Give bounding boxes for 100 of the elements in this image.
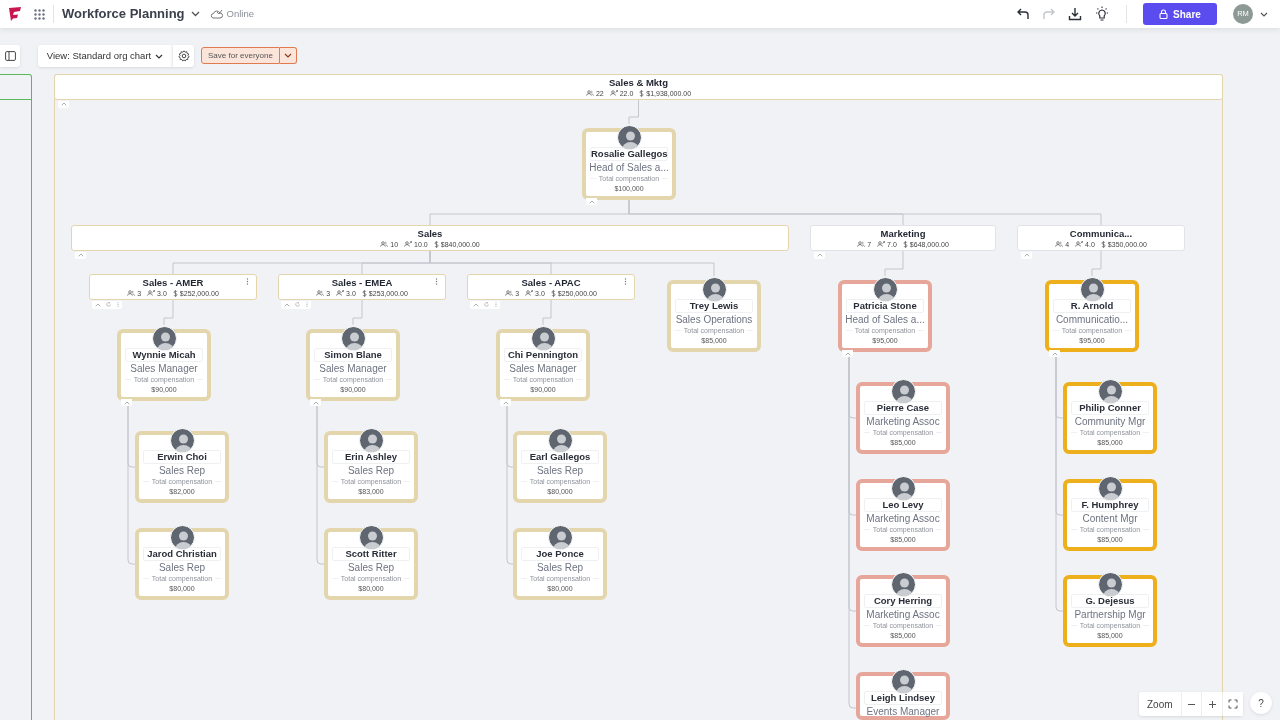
sidebar-toggle-button[interactable] bbox=[0, 45, 20, 67]
help-button[interactable]: ? bbox=[1250, 692, 1272, 714]
node-controls[interactable] bbox=[92, 300, 122, 309]
settings-icon bbox=[177, 50, 190, 62]
settings-button[interactable] bbox=[172, 45, 194, 67]
zoom-label: Zoom bbox=[1146, 697, 1174, 712]
job-title: Sales Rep bbox=[347, 464, 395, 477]
job-title: Marketing Assoc bbox=[866, 608, 940, 621]
job-title: Sales Manager bbox=[319, 362, 387, 375]
undo-icon[interactable] bbox=[1016, 7, 1030, 21]
chevron-up-icon bbox=[60, 102, 67, 106]
avatar bbox=[872, 277, 898, 302]
plus-icon bbox=[1207, 699, 1217, 709]
lock-icon bbox=[1159, 9, 1169, 19]
job-title: Sales Manager bbox=[130, 362, 198, 375]
department-name: Sales bbox=[417, 227, 443, 240]
chevron-down-icon[interactable] bbox=[1260, 11, 1268, 17]
job-title: Communicatio... bbox=[1055, 313, 1129, 326]
save-button[interactable]: Save for everyone bbox=[201, 47, 280, 64]
avatar bbox=[890, 572, 916, 597]
connector-line bbox=[628, 99, 639, 125]
connector-line bbox=[1091, 250, 1102, 277]
avatar bbox=[358, 525, 384, 550]
department-name: Communica... bbox=[1069, 227, 1133, 240]
avatar bbox=[1079, 277, 1105, 302]
more-icon[interactable] bbox=[624, 278, 627, 285]
refresh-icon bbox=[484, 302, 490, 307]
chevron-down-icon bbox=[284, 53, 292, 58]
collapse-toggle[interactable] bbox=[814, 251, 825, 259]
job-title: Sales Rep bbox=[347, 561, 395, 574]
share-button[interactable]: Share bbox=[1143, 3, 1217, 25]
more-icon[interactable] bbox=[435, 278, 438, 285]
collapse-toggle[interactable] bbox=[75, 251, 86, 259]
person-card[interactable]: Leigh Lindsey Events Manager bbox=[856, 672, 950, 720]
avatar bbox=[890, 669, 916, 694]
person-icon bbox=[877, 241, 886, 247]
node-controls[interactable] bbox=[470, 300, 500, 309]
more-icon[interactable] bbox=[246, 278, 249, 285]
collapse-toggle[interactable] bbox=[842, 350, 853, 357]
cloud-check-icon bbox=[209, 9, 223, 19]
collapse-toggle[interactable] bbox=[586, 198, 597, 205]
job-title: Marketing Assoc bbox=[866, 512, 940, 525]
logo-icon bbox=[8, 6, 22, 22]
zoom-in-button[interactable] bbox=[1201, 692, 1223, 716]
apps-grid-icon[interactable] bbox=[34, 8, 45, 20]
chevron-up-icon bbox=[816, 253, 823, 257]
collapse-toggle[interactable] bbox=[58, 100, 69, 108]
chevron-down-icon[interactable] bbox=[190, 11, 200, 17]
person-icon bbox=[404, 241, 413, 247]
department-name: Sales - APAC bbox=[521, 276, 581, 289]
chevron-up-icon bbox=[312, 400, 319, 405]
status-text: Online bbox=[226, 6, 255, 21]
node-controls[interactable] bbox=[281, 300, 311, 309]
chevron-up-icon bbox=[94, 302, 101, 307]
avatar bbox=[616, 125, 642, 150]
job-title: Head of Sales a... bbox=[845, 313, 925, 326]
job-title: Content Mgr bbox=[1082, 512, 1138, 525]
avatar bbox=[1097, 476, 1123, 501]
chevron-up-icon bbox=[588, 199, 595, 204]
person-icon bbox=[147, 290, 156, 296]
person-icon bbox=[1075, 241, 1084, 247]
chevron-down-icon bbox=[155, 53, 164, 59]
refresh-icon bbox=[295, 302, 301, 307]
view-dropdown[interactable]: View: Standard org chart bbox=[38, 45, 172, 67]
people-icon bbox=[505, 290, 514, 296]
people-icon bbox=[1055, 241, 1064, 247]
job-title: Sales Rep bbox=[536, 464, 584, 477]
collapse-toggle[interactable] bbox=[310, 399, 321, 406]
collapse-toggle[interactable] bbox=[1049, 350, 1060, 357]
chevron-up-icon bbox=[1023, 253, 1030, 257]
department-name: Marketing bbox=[880, 227, 926, 240]
chevron-up-icon bbox=[283, 302, 290, 307]
save-options-button[interactable] bbox=[280, 47, 297, 64]
chevron-up-icon bbox=[77, 253, 84, 257]
collapse-toggle[interactable] bbox=[500, 399, 511, 406]
job-title: Sales Rep bbox=[158, 464, 206, 477]
person-icon bbox=[525, 290, 534, 296]
download-icon[interactable] bbox=[1068, 7, 1082, 21]
collapse-toggle[interactable] bbox=[121, 399, 132, 406]
avatar bbox=[890, 379, 916, 404]
chevron-up-icon bbox=[1051, 351, 1058, 356]
people-icon bbox=[127, 290, 136, 296]
job-title: Partnership Mgr bbox=[1074, 608, 1146, 621]
department-name: Sales & Mktg bbox=[608, 76, 669, 89]
avatar bbox=[169, 525, 195, 550]
people-icon bbox=[857, 241, 866, 247]
avatar bbox=[701, 277, 727, 302]
job-title: Sales Operations bbox=[675, 313, 753, 326]
connector-line bbox=[352, 299, 363, 326]
dollar-icon bbox=[639, 89, 645, 97]
job-title: Sales Rep bbox=[536, 561, 584, 574]
sidebar-icon bbox=[4, 51, 16, 61]
connector-line bbox=[163, 299, 174, 326]
person-icon bbox=[336, 290, 345, 296]
refresh-icon bbox=[106, 302, 112, 307]
avatar bbox=[890, 476, 916, 501]
collapse-toggle[interactable] bbox=[1021, 251, 1032, 259]
lightbulb-icon[interactable] bbox=[1094, 6, 1110, 22]
avatar bbox=[169, 428, 195, 453]
avatar bbox=[1097, 572, 1123, 597]
